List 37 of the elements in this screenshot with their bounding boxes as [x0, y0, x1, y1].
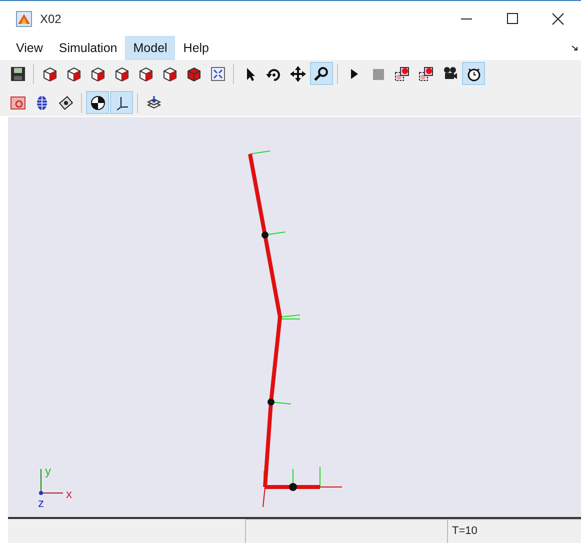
arrow-icon[interactable]	[571, 44, 579, 52]
status-time: T=10	[447, 519, 581, 543]
cube-icon	[42, 66, 58, 82]
cube-icon	[138, 66, 154, 82]
record-icon	[418, 66, 434, 82]
menu-item[interactable]: Help	[175, 36, 218, 60]
cube-icon	[186, 66, 202, 82]
record-icon	[394, 66, 410, 82]
window-title: X02	[40, 10, 62, 28]
axis-label: z	[38, 496, 44, 510]
minimize-icon	[460, 18, 472, 20]
layers-icon	[146, 94, 162, 110]
toolbar-button[interactable]	[86, 91, 109, 114]
cube-icon	[90, 66, 106, 82]
menu-item[interactable]: Model	[125, 36, 176, 60]
save-icon	[10, 66, 26, 82]
fit-icon	[210, 66, 226, 82]
maximize-icon	[506, 13, 518, 24]
toolbar-button[interactable]	[310, 62, 333, 85]
cube-icon	[162, 66, 178, 82]
toolbar-button[interactable]	[462, 62, 485, 85]
pan-icon	[290, 66, 306, 82]
cube-icon	[114, 66, 130, 82]
camera-icon	[442, 66, 458, 82]
axis-label: x	[66, 487, 72, 501]
close-icon	[552, 12, 564, 24]
axis-label: y	[45, 464, 51, 478]
menu-item[interactable]: Simulation	[50, 36, 126, 60]
menu-item[interactable]: View	[8, 36, 51, 60]
center-of-mass-icon	[90, 94, 106, 110]
cube-icon	[66, 66, 82, 82]
zoom-icon	[314, 66, 330, 82]
app-icon	[16, 10, 32, 26]
stopwatch-icon	[466, 66, 482, 82]
toolbar-button[interactable]	[110, 91, 133, 114]
marker-icon	[10, 94, 26, 110]
axis-triad-icon	[39, 468, 64, 495]
